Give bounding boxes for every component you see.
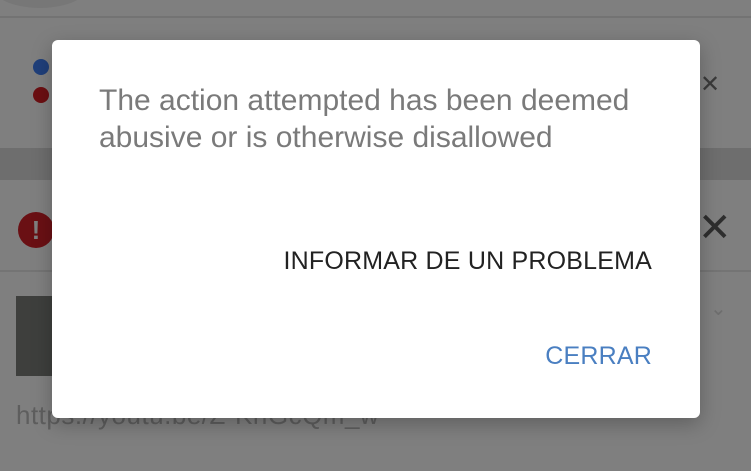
red-dot-icon bbox=[33, 87, 49, 103]
blue-dot-icon bbox=[33, 59, 49, 75]
report-problem-button[interactable]: INFORMAR DE UN PROBLEMA bbox=[283, 247, 652, 276]
error-dialog: The action attempted has been deemed abu… bbox=[52, 40, 700, 418]
error-icon: ! bbox=[18, 212, 54, 248]
chevron-down-icon[interactable]: ⌄ bbox=[710, 296, 727, 321]
avatar bbox=[0, 0, 90, 8]
close-icon[interactable]: ✕ bbox=[700, 70, 720, 99]
divider bbox=[0, 16, 751, 18]
app-screen: ✕ ! ✕ ⌄ https://youtu.be/Z-KnGcQm_w The … bbox=[0, 0, 751, 471]
video-thumbnail[interactable] bbox=[16, 296, 54, 376]
dialog-message: The action attempted has been deemed abu… bbox=[99, 84, 630, 154]
dismiss-close-icon[interactable]: ✕ bbox=[698, 206, 732, 250]
close-button[interactable]: CERRAR bbox=[545, 342, 652, 371]
